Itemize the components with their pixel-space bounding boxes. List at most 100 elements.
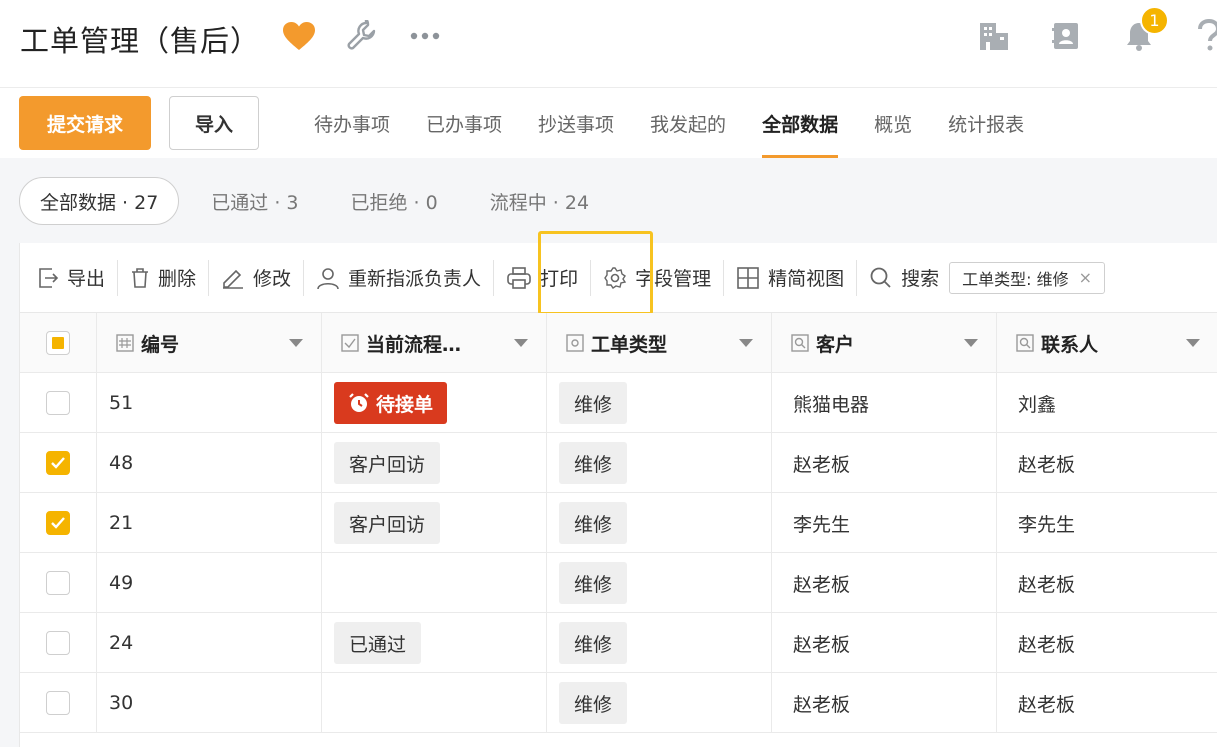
row-checkbox[interactable] [46, 691, 70, 715]
filter-rejected[interactable]: 已拒绝 · 0 [331, 177, 458, 225]
chevron-down-icon[interactable] [1186, 339, 1200, 347]
flow-status-tag: 客户回访 [334, 502, 441, 544]
table-body: 51 待接单 维修 熊猫电器 刘鑫 48 客户回访 维修 赵老板 赵老板 21 … [20, 373, 1217, 733]
notification-badge: 1 [1140, 6, 1169, 35]
help-icon[interactable] [1196, 19, 1217, 52]
id-cell: 21 [97, 493, 322, 553]
row-checkbox[interactable] [46, 391, 70, 415]
edit-pencil-icon [223, 269, 244, 289]
search-button[interactable]: 搜索 [869, 243, 939, 313]
data-panel: 导出 删除 修改 重新指派负责人 打印 字段管理 精简视图 搜索 工单类型: 维… [19, 231, 1217, 747]
id-cell: 30 [97, 673, 322, 733]
contact-cell: 赵老板 [1018, 633, 1076, 656]
tab-initiated[interactable]: 我发起的 [632, 88, 744, 158]
type-tag: 维修 [559, 682, 628, 724]
flow-cell: 已通过 [322, 613, 547, 673]
tab-cc[interactable]: 抄送事项 [520, 88, 632, 158]
reassign-label: 重新指派负责人 [348, 268, 482, 290]
tab-overview[interactable]: 概览 [856, 88, 930, 158]
select-all-checkbox[interactable] [46, 331, 70, 355]
flow-status-tag: 客户回访 [334, 442, 441, 484]
select-field-icon [566, 334, 584, 352]
id-cell: 48 [97, 433, 322, 493]
field-manage-label: 字段管理 [635, 268, 712, 290]
row-select-cell [20, 613, 97, 673]
checkbox-field-icon [341, 334, 359, 352]
row-checkbox[interactable] [46, 511, 70, 535]
customer-cell: 赵老板 [772, 553, 997, 613]
column-label: 客户 [816, 333, 855, 356]
building-icon[interactable] [978, 20, 1010, 52]
close-icon[interactable]: × [1079, 268, 1092, 287]
trash-icon [132, 267, 149, 288]
contact-cell: 赵老板 [1018, 693, 1076, 716]
active-filter-label: 工单类型: 维修 [962, 269, 1069, 289]
filter-approved[interactable]: 已通过 · 3 [191, 177, 318, 225]
contacts-icon[interactable] [1052, 20, 1080, 52]
table-row[interactable]: 49 维修 赵老板 赵老板 [20, 553, 1217, 613]
tab-done[interactable]: 已办事项 [408, 88, 520, 158]
type-tag: 维修 [559, 442, 628, 484]
type-cell: 维修 [547, 613, 772, 673]
divider [590, 259, 592, 296]
reassign-button[interactable]: 重新指派负责人 [316, 243, 481, 313]
customer-cell: 李先生 [772, 493, 997, 553]
chevron-down-icon[interactable] [964, 339, 978, 347]
compact-view-button[interactable]: 精简视图 [736, 243, 844, 313]
favorite-heart-icon[interactable] [282, 20, 316, 52]
grid-view-icon [737, 266, 759, 289]
column-header-type[interactable]: 工单类型 [547, 313, 772, 373]
column-header-contact[interactable]: 联系人 [997, 313, 1217, 373]
import-button[interactable]: 导入 [169, 96, 259, 150]
table-row[interactable]: 30 维修 赵老板 赵老板 [20, 673, 1217, 733]
tab-todo[interactable]: 待办事项 [296, 88, 408, 158]
filter-all[interactable]: 全部数据 · 27 [19, 177, 180, 225]
top-bar: 工单管理（售后） 1 [0, 0, 1217, 88]
flow-cell: 待接单 [322, 373, 547, 433]
data-table: 编号 当前流程… 工单类型 客户 联系人 51 待接单 维修 熊猫电器 刘鑫 4… [20, 313, 1217, 733]
print-label: 打印 [540, 268, 579, 290]
row-checkbox[interactable] [46, 631, 70, 655]
type-tag: 维修 [559, 382, 628, 424]
row-select-cell [20, 493, 97, 553]
type-cell: 维修 [547, 673, 772, 733]
row-checkbox[interactable] [46, 571, 70, 595]
lookup-field-icon [791, 334, 809, 352]
table-row[interactable]: 51 待接单 维修 熊猫电器 刘鑫 [20, 373, 1217, 433]
delete-button[interactable]: 删除 [130, 243, 196, 313]
divider [303, 259, 305, 296]
search-label: 搜索 [901, 268, 940, 290]
more-icon[interactable] [409, 20, 441, 52]
type-tag: 维修 [559, 562, 628, 604]
user-icon [317, 267, 339, 289]
column-header-id[interactable]: 编号 [97, 313, 322, 373]
export-button[interactable]: 导出 [37, 243, 105, 313]
column-header-flow[interactable]: 当前流程… [322, 313, 547, 373]
chevron-down-icon[interactable] [514, 339, 528, 347]
chevron-down-icon[interactable] [289, 339, 303, 347]
filter-in-process[interactable]: 流程中 · 24 [470, 177, 609, 225]
row-select-cell [20, 373, 97, 433]
table-row[interactable]: 48 客户回访 维修 赵老板 赵老板 [20, 433, 1217, 493]
print-button[interactable]: 打印 [506, 243, 578, 313]
flow-status-tag: 待接单 [334, 382, 448, 424]
divider [856, 259, 858, 296]
tab-all-data[interactable]: 全部数据 [744, 88, 856, 158]
chevron-down-icon[interactable] [739, 339, 753, 347]
customer-cell: 熊猫电器 [772, 373, 997, 433]
table-row[interactable]: 21 客户回访 维修 李先生 李先生 [20, 493, 1217, 553]
tab-reports[interactable]: 统计报表 [930, 88, 1042, 158]
wrench-icon[interactable] [346, 20, 378, 52]
column-header-customer[interactable]: 客户 [772, 313, 997, 373]
contact-cell: 赵老板 [1018, 573, 1076, 596]
table-row[interactable]: 24 已通过 维修 赵老板 赵老板 [20, 613, 1217, 673]
edit-button[interactable]: 修改 [221, 243, 291, 313]
row-select-cell [20, 433, 97, 493]
type-cell: 维修 [547, 433, 772, 493]
field-manage-button[interactable]: 字段管理 [603, 243, 711, 313]
notification-bell-icon[interactable]: 1 [1124, 6, 1169, 52]
row-checkbox[interactable] [46, 451, 70, 475]
submit-request-button[interactable]: 提交请求 [19, 96, 151, 150]
flow-cell [322, 673, 547, 733]
active-filter-chip[interactable]: 工单类型: 维修 × [949, 261, 1106, 294]
